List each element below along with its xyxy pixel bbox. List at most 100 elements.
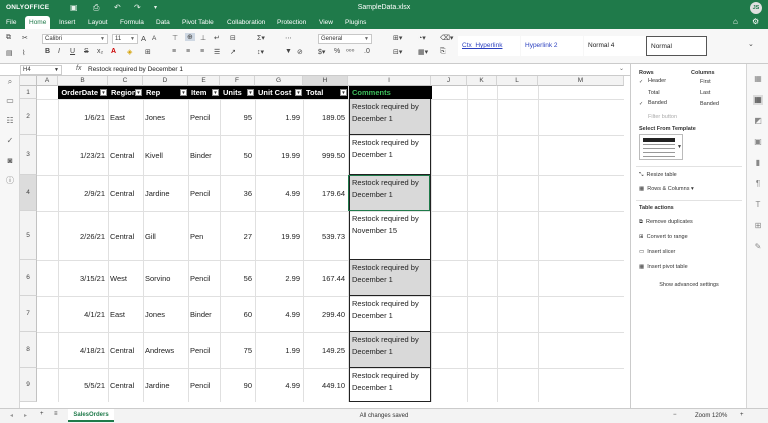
filter-dropdown-icon[interactable]: ▼ [295,89,302,96]
column-header[interactable]: I [348,76,431,86]
table-cell-region[interactable]: Central [108,151,143,160]
table-cell-item[interactable]: Pencil [188,189,220,198]
sheet-list-icon[interactable]: ≡ [54,411,58,417]
table-cell-units[interactable]: 36 [220,189,255,198]
row-header[interactable]: 6 [20,260,37,296]
filter-dropdown-icon[interactable]: ▼ [247,89,254,96]
align-center-icon[interactable]: ≡ [186,48,190,55]
show-advanced-settings-link[interactable]: Show advanced settings [631,282,747,288]
tab-protection[interactable]: Protection [277,16,306,29]
table-cell-cost[interactable]: 4.99 [255,381,303,390]
formula-input[interactable]: Restock required by December 1 [88,66,183,73]
comma-style-icon[interactable]: ⁰⁰⁰ [346,48,354,56]
wrap-text-icon[interactable]: ↵ [214,34,220,42]
cell-insert-icon[interactable]: ⊞▾ [393,34,402,42]
table-cell-item[interactable]: Binder [188,310,220,319]
table-cell-units[interactable]: 50 [220,151,255,160]
table-header-comments[interactable]: Comments [349,86,432,99]
resize-table-button[interactable]: ⤡ Resize table [639,172,677,179]
pivot-settings-icon[interactable]: ⊞ [753,221,763,231]
select-all-corner[interactable] [20,76,37,86]
insert-pivot-table-button[interactable]: ▦ Insert pivot table [639,264,688,270]
tab-plugins[interactable]: Plugins [345,16,366,29]
column-header[interactable]: A [37,76,58,86]
table-cell-region[interactable]: Central [108,346,143,355]
table-header-orderdate[interactable]: OrderDate ▼ [58,86,108,99]
sort-icon[interactable]: ↕▾ [257,48,264,56]
tab-collaboration[interactable]: Collaboration [227,16,265,29]
align-top-icon[interactable]: ⊤ [172,34,178,42]
filter-icon[interactable]: ▼ [285,48,292,55]
underline-button[interactable]: U [70,48,75,55]
table-cell-comments[interactable]: Restock required by December 1 [349,260,431,296]
table-cell-units[interactable]: 60 [220,310,255,319]
scroll-last-sheet-icon[interactable]: ▸ [24,412,27,419]
subscript-icon[interactable]: x₂ [97,48,103,55]
row-header[interactable]: 8 [20,332,37,368]
table-cell-total[interactable]: 189.05 [303,113,348,122]
table-cell-units[interactable]: 95 [220,113,255,122]
table-cell-cost[interactable]: 2.99 [255,274,303,283]
table-cell-item[interactable]: Pencil [188,346,220,355]
table-cell-comments[interactable]: Restock required by November 15 [349,211,431,260]
table-cell-rep[interactable]: Kivell [143,151,188,160]
table-cell-rep[interactable]: Jones [143,310,188,319]
filter-dropdown-icon[interactable]: ▼ [340,89,347,96]
filter-dropdown-icon[interactable]: ▼ [180,89,187,96]
format-painter-icon[interactable]: ⌇ [22,49,25,57]
table-cell-units[interactable]: 90 [220,381,255,390]
table-cell-date[interactable]: 1/23/21 [58,151,108,160]
merge-icon[interactable]: ⊟ [230,34,236,42]
table-cell-comments[interactable]: Restock required by December 1 [349,135,431,175]
filter-button-checkbox[interactable]: Filter button [639,113,677,120]
table-settings-icon[interactable]: ▦ [753,95,763,105]
style-hyperlink-2[interactable]: Hyperlink 2 [521,36,583,56]
column-header[interactable]: K [467,76,497,86]
table-cell-units[interactable]: 75 [220,346,255,355]
add-sheet-icon[interactable]: + [40,411,44,417]
cell-reference-box[interactable]: H4 ▼ [20,65,62,75]
total-checkbox[interactable]: Total [639,89,660,96]
table-cell-date[interactable]: 3/15/21 [58,274,108,283]
table-cell-cost[interactable]: 19.99 [255,232,303,241]
table-cell-rep[interactable]: Jardine [143,189,188,198]
row-header[interactable]: 9 [20,368,37,402]
table-cell-rep[interactable]: Gill [143,232,188,241]
convert-to-range-button[interactable]: ⊞ Convert to range [639,234,688,240]
tab-home[interactable]: Home [25,16,51,29]
strikethrough-button[interactable]: S [84,48,89,55]
named-ranges-icon[interactable]: ⋯ [285,34,292,42]
text-art-icon[interactable]: T [753,200,763,210]
table-cell-rep[interactable]: Andrews [143,346,188,355]
copy-style-icon[interactable]: ⎘ [440,48,446,56]
table-cell-rep[interactable]: Jardine [143,381,188,390]
table-cell-total[interactable]: 167.44 [303,274,348,283]
sum-icon[interactable]: Σ▾ [257,34,265,42]
insert-slicer-button[interactable]: ▭ Insert slicer [639,249,675,255]
copy-icon[interactable]: ⧉ [6,34,11,42]
table-cell-item[interactable]: Pencil [188,113,220,122]
row-header[interactable]: 3 [20,135,37,175]
user-avatar[interactable]: JS [750,2,762,14]
expand-formula-icon[interactable]: ⌄ [619,65,624,72]
table-template-picker[interactable]: ▼ [639,134,683,160]
signature-icon[interactable]: ✎ [753,242,763,252]
table-cell-comments[interactable]: Restock required by December 1 [349,175,431,211]
table-cell-total[interactable]: 539.73 [303,232,348,241]
style-normal-4[interactable]: Normal 4 [584,36,646,56]
clear-filter-icon[interactable]: ⊘ [297,48,303,56]
cut-icon[interactable]: ✂ [22,34,28,42]
open-folder-icon[interactable]: ⌂ [733,17,738,26]
table-cell-cost[interactable]: 19.99 [255,151,303,160]
table-cell-item[interactable]: Pencil [188,381,220,390]
chart-settings-icon[interactable]: ▮ [753,158,763,168]
column-header[interactable]: H [303,76,348,86]
search-icon[interactable]: ⌕ [5,77,15,87]
number-format-combo[interactable]: General ▼ [318,34,372,44]
chat-icon[interactable]: ☷ [5,116,15,126]
table-cell-rep[interactable]: Jones [143,113,188,122]
table-cell-units[interactable]: 27 [220,232,255,241]
column-header[interactable]: E [188,76,220,86]
table-cell-cost[interactable]: 4.99 [255,189,303,198]
table-cell-date[interactable]: 5/5/21 [58,381,108,390]
